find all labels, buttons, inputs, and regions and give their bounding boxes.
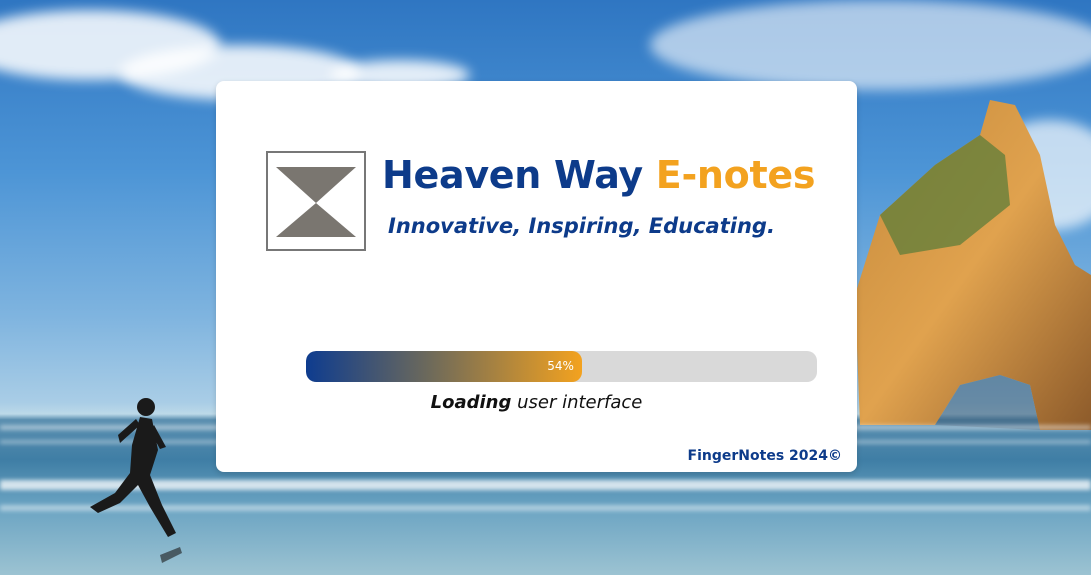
loading-progress-bar: 54% — [306, 351, 817, 382]
hourglass-logo-icon — [266, 151, 366, 251]
progress-percent-label: 54% — [547, 359, 574, 373]
progress-fill: 54% — [306, 351, 582, 382]
rock-arch-image — [855, 100, 1091, 430]
app-title: Heaven Way E-notes — [382, 153, 815, 197]
loading-status-text: Loading user interface — [216, 392, 857, 413]
copyright-notice: FingerNotes 2024© — [687, 448, 842, 464]
splash-dialog: Heaven Way E-notes Innovative, Inspiring… — [216, 81, 857, 472]
desktop-background: Heaven Way E-notes Innovative, Inspiring… — [0, 0, 1091, 575]
app-title-accent: E-notes — [655, 153, 816, 197]
app-title-primary: Heaven Way — [382, 153, 643, 197]
status-detail: user interface — [511, 392, 643, 413]
status-verb: Loading — [430, 392, 512, 413]
runner-silhouette-image — [90, 398, 182, 563]
cloud — [650, 0, 1091, 90]
tagline: Innovative, Inspiring, Educating. — [388, 214, 775, 238]
